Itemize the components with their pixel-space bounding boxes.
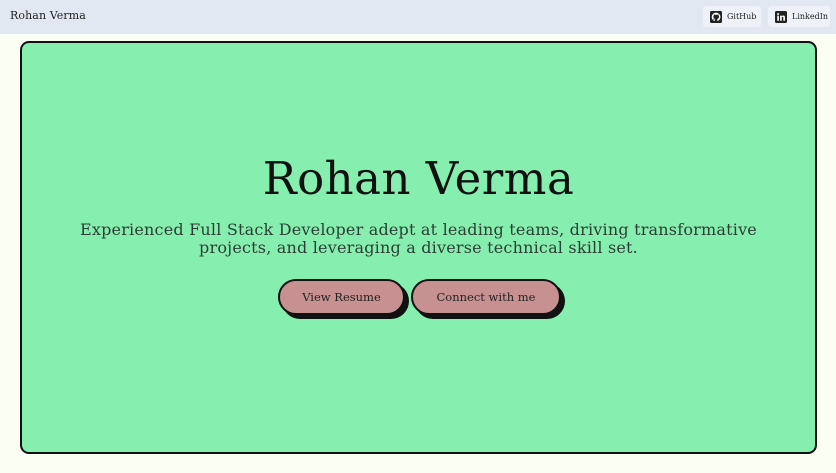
github-label: GitHub	[727, 12, 757, 21]
github-link[interactable]: GitHub	[703, 6, 761, 27]
hero-title: Rohan Verma	[262, 152, 575, 205]
view-resume-button[interactable]: View Resume	[278, 279, 405, 315]
linkedin-label: LinkedIn	[792, 12, 829, 21]
connect-button[interactable]: Connect with me	[411, 279, 561, 315]
linkedin-icon	[775, 10, 787, 23]
hero-subtitle: Experienced Full Stack Developer adept a…	[80, 220, 757, 257]
hero-card: Rohan Verma Experienced Full Stack Devel…	[20, 41, 817, 454]
site-brand[interactable]: Rohan Verma	[10, 9, 86, 22]
github-icon	[710, 10, 722, 23]
top-navigation-bar: Rohan Verma GitHub LinkedIn	[0, 0, 836, 34]
linkedin-link[interactable]: LinkedIn	[768, 6, 830, 27]
